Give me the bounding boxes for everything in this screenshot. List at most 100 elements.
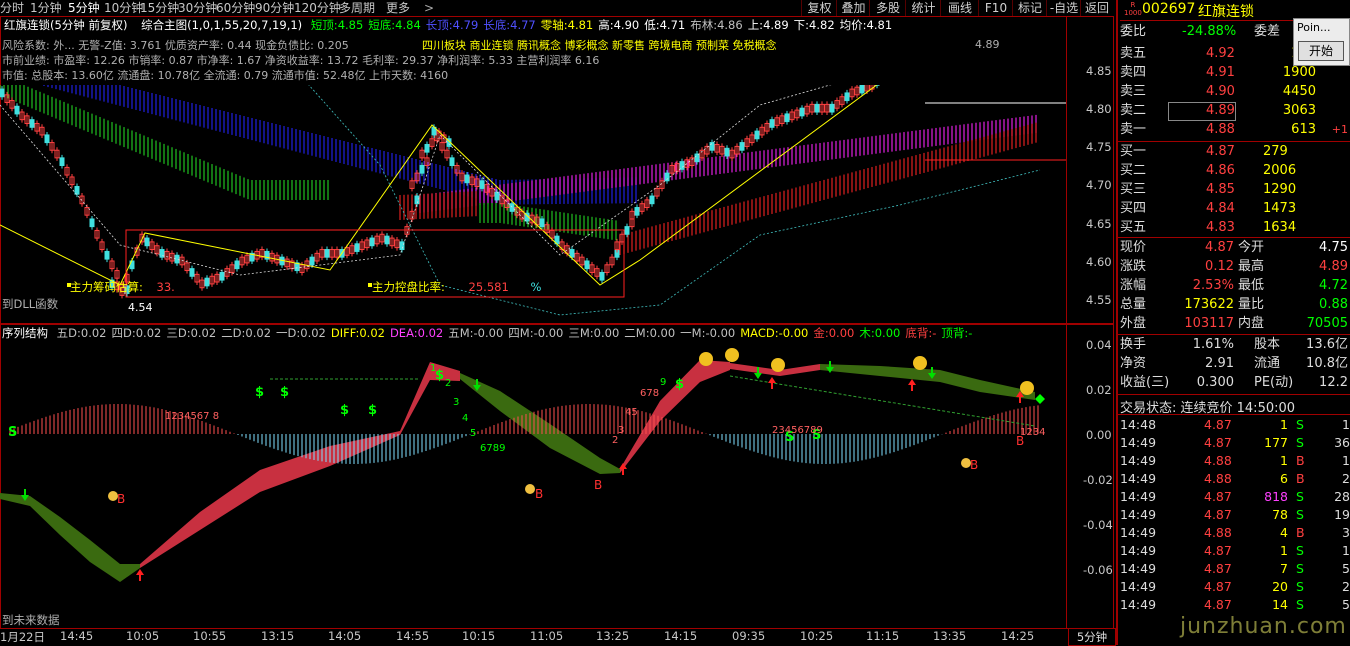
period-tab-10[interactable]: 更多 xyxy=(386,0,410,16)
tick-row: 14:494.8714S5 xyxy=(1118,596,1350,614)
tick-side: B xyxy=(1296,470,1305,488)
sub-ind-value: 0.00 xyxy=(875,326,901,340)
sequence-count: 9 xyxy=(660,377,666,388)
tick-time: 14:49 xyxy=(1120,560,1156,578)
toolbar-button-4[interactable]: 画线 xyxy=(940,0,979,16)
sequence-count: 45 xyxy=(625,407,638,418)
candle-body xyxy=(385,236,389,244)
weibi-value: -24.88% xyxy=(1182,23,1236,41)
period-tab-2[interactable]: 5分钟 xyxy=(68,0,100,16)
toolbar-button-5[interactable]: F10 xyxy=(978,0,1013,16)
weicha-label: 委差 xyxy=(1254,23,1280,41)
x-axis-label: 14:05 xyxy=(328,629,361,643)
buy-label: 买四 xyxy=(1120,200,1146,218)
tick-price: 4.87 xyxy=(1204,506,1232,524)
toolbar-button-6[interactable]: 标记 xyxy=(1012,0,1047,16)
sell-volume: 3063 xyxy=(1283,102,1316,120)
period-tab-6[interactable]: 60分钟 xyxy=(216,0,255,16)
sell-row[interactable]: 卖三4.904450 xyxy=(1118,83,1350,101)
period-tab-7[interactable]: 90分钟 xyxy=(255,0,294,16)
main-ind-item-6: 低:4.71 xyxy=(644,18,685,32)
sub-ind-label: 木: xyxy=(859,326,874,340)
main-indicator-line: 红旗连锁(5分钟 前复权) 综合主图(1,0,1,55,20,7,19,1) 短… xyxy=(0,17,892,33)
sub-ind-label: 三M: xyxy=(568,326,593,340)
y-axis-sub-label: 0.00 xyxy=(1086,428,1112,442)
buy-row[interactable]: 买一4.87279 xyxy=(1118,143,1350,161)
face-icon xyxy=(699,352,713,366)
candle-body xyxy=(30,120,34,128)
tick-volume: 1 xyxy=(1280,416,1288,434)
tick-row: 14:494.871S1 xyxy=(1118,542,1350,560)
toolbar-button-0[interactable]: 复权 xyxy=(801,0,837,16)
candle-body xyxy=(235,261,239,269)
tick-volume: 1 xyxy=(1280,542,1288,560)
sub-ind-label: DIFF: xyxy=(331,326,359,340)
period-label-box[interactable]: 5分钟 xyxy=(1068,628,1116,646)
risk-info-line: 风险系数: 外... 无警-Z值: 3.761 优质资产率: 0.44 现金负债… xyxy=(2,38,349,54)
period-tab-9[interactable]: 多周期 xyxy=(339,0,375,16)
period-tab-5[interactable]: 30分钟 xyxy=(178,0,217,16)
candle-body xyxy=(725,148,729,156)
period-tab-8[interactable]: 120分钟 xyxy=(294,0,341,16)
tick-volume: 14 xyxy=(1272,596,1288,614)
main-indicator-name[interactable]: 综合主图(1,0,1,55,20,7,19,1) xyxy=(141,18,302,32)
toolbar-button-7[interactable]: -自选 xyxy=(1046,0,1081,16)
tick-count: 1 xyxy=(1342,452,1350,470)
candle-body xyxy=(425,144,429,152)
macd-chart[interactable]: S$$$$$$SSBBBBB1234567 812345678923456789… xyxy=(0,341,1066,627)
sub-ind-label: 二D: xyxy=(221,326,245,340)
candle-body xyxy=(190,269,194,277)
buy-row[interactable]: 买五4.831634 xyxy=(1118,219,1350,237)
candle-body xyxy=(90,219,94,227)
more-arrow-icon[interactable]: > xyxy=(424,0,434,16)
sell-row[interactable]: 卖一4.88613+1 xyxy=(1118,121,1350,139)
buy-row[interactable]: 买三4.851290 xyxy=(1118,181,1350,199)
tick-row: 14:494.8720S2 xyxy=(1118,578,1350,596)
period-tab-0[interactable]: 分时 xyxy=(0,0,24,16)
y-axis-sub-label: 0.04 xyxy=(1086,338,1112,352)
fin-row: 换手1.61%股本13.6亿 xyxy=(1118,336,1350,354)
buy-row[interactable]: 买二4.862006 xyxy=(1118,162,1350,180)
up-arrow-icon xyxy=(768,377,776,389)
tick-volume: 177 xyxy=(1264,434,1288,452)
fin-divider xyxy=(1118,394,1350,395)
tick-price: 4.87 xyxy=(1204,578,1232,596)
sub-indicator-name[interactable]: 序列结构 xyxy=(2,326,48,340)
y-axis-sub-label: -0.02 xyxy=(1083,473,1113,487)
x-axis-label: 10:05 xyxy=(126,629,159,643)
toolbar-button-3[interactable]: 统计 xyxy=(905,0,941,16)
main-ind-item-4: 零轴:4.81 xyxy=(541,18,593,32)
main-ind-label: 上: xyxy=(748,18,763,32)
period-tab-1[interactable]: 1分钟 xyxy=(30,0,62,16)
toolbar-button-2[interactable]: 多股 xyxy=(869,0,906,16)
main-ind-label: 均价: xyxy=(840,18,867,32)
main-ind-item-1: 短底:4.84 xyxy=(368,18,420,32)
popup-title: Poin... xyxy=(1294,19,1349,36)
stat-label: 现价 xyxy=(1120,239,1146,257)
period-tab-4[interactable]: 15分钟 xyxy=(140,0,179,16)
watermark: junzhuan.com xyxy=(1180,614,1347,639)
tick-time: 14:49 xyxy=(1120,524,1156,542)
sell-label: 卖一 xyxy=(1120,121,1146,139)
sequence-count: 3 xyxy=(453,397,459,408)
stat-label-2: 量比 xyxy=(1238,296,1264,314)
sub-ind-label: 三D: xyxy=(166,326,190,340)
main-ind-item-2: 长顶:4.79 xyxy=(426,18,478,32)
buy-row[interactable]: 买四4.841473 xyxy=(1118,200,1350,218)
toolbar-button-8[interactable]: 返回 xyxy=(1080,0,1113,16)
sub-ind-value: 0.02 xyxy=(359,326,385,340)
fin-value-2: 12.2 xyxy=(1319,374,1348,392)
main-ind-value: 4.81 xyxy=(867,18,893,32)
period-tab-3[interactable]: 10分钟 xyxy=(104,0,143,16)
main-control-ratio: 主力控盘比率: 25.581 % xyxy=(372,279,541,295)
toolbar-button-1[interactable]: 叠加 xyxy=(836,0,870,16)
book-divider xyxy=(1118,141,1350,142)
start-button[interactable]: 开始 xyxy=(1298,41,1344,61)
concept-tags: 四川板块 商业连锁 腾讯概念 博彩概念 新零售 跨境电商 预制菜 免税概念 xyxy=(422,38,776,54)
sub-ind-value: 0.02 xyxy=(191,326,217,340)
candle-body xyxy=(570,250,574,258)
candle-body xyxy=(650,196,654,204)
stats-divider xyxy=(1118,334,1350,335)
sell-row[interactable]: 卖四4.911900 xyxy=(1118,64,1350,82)
sub-ind-value: - xyxy=(932,326,936,340)
